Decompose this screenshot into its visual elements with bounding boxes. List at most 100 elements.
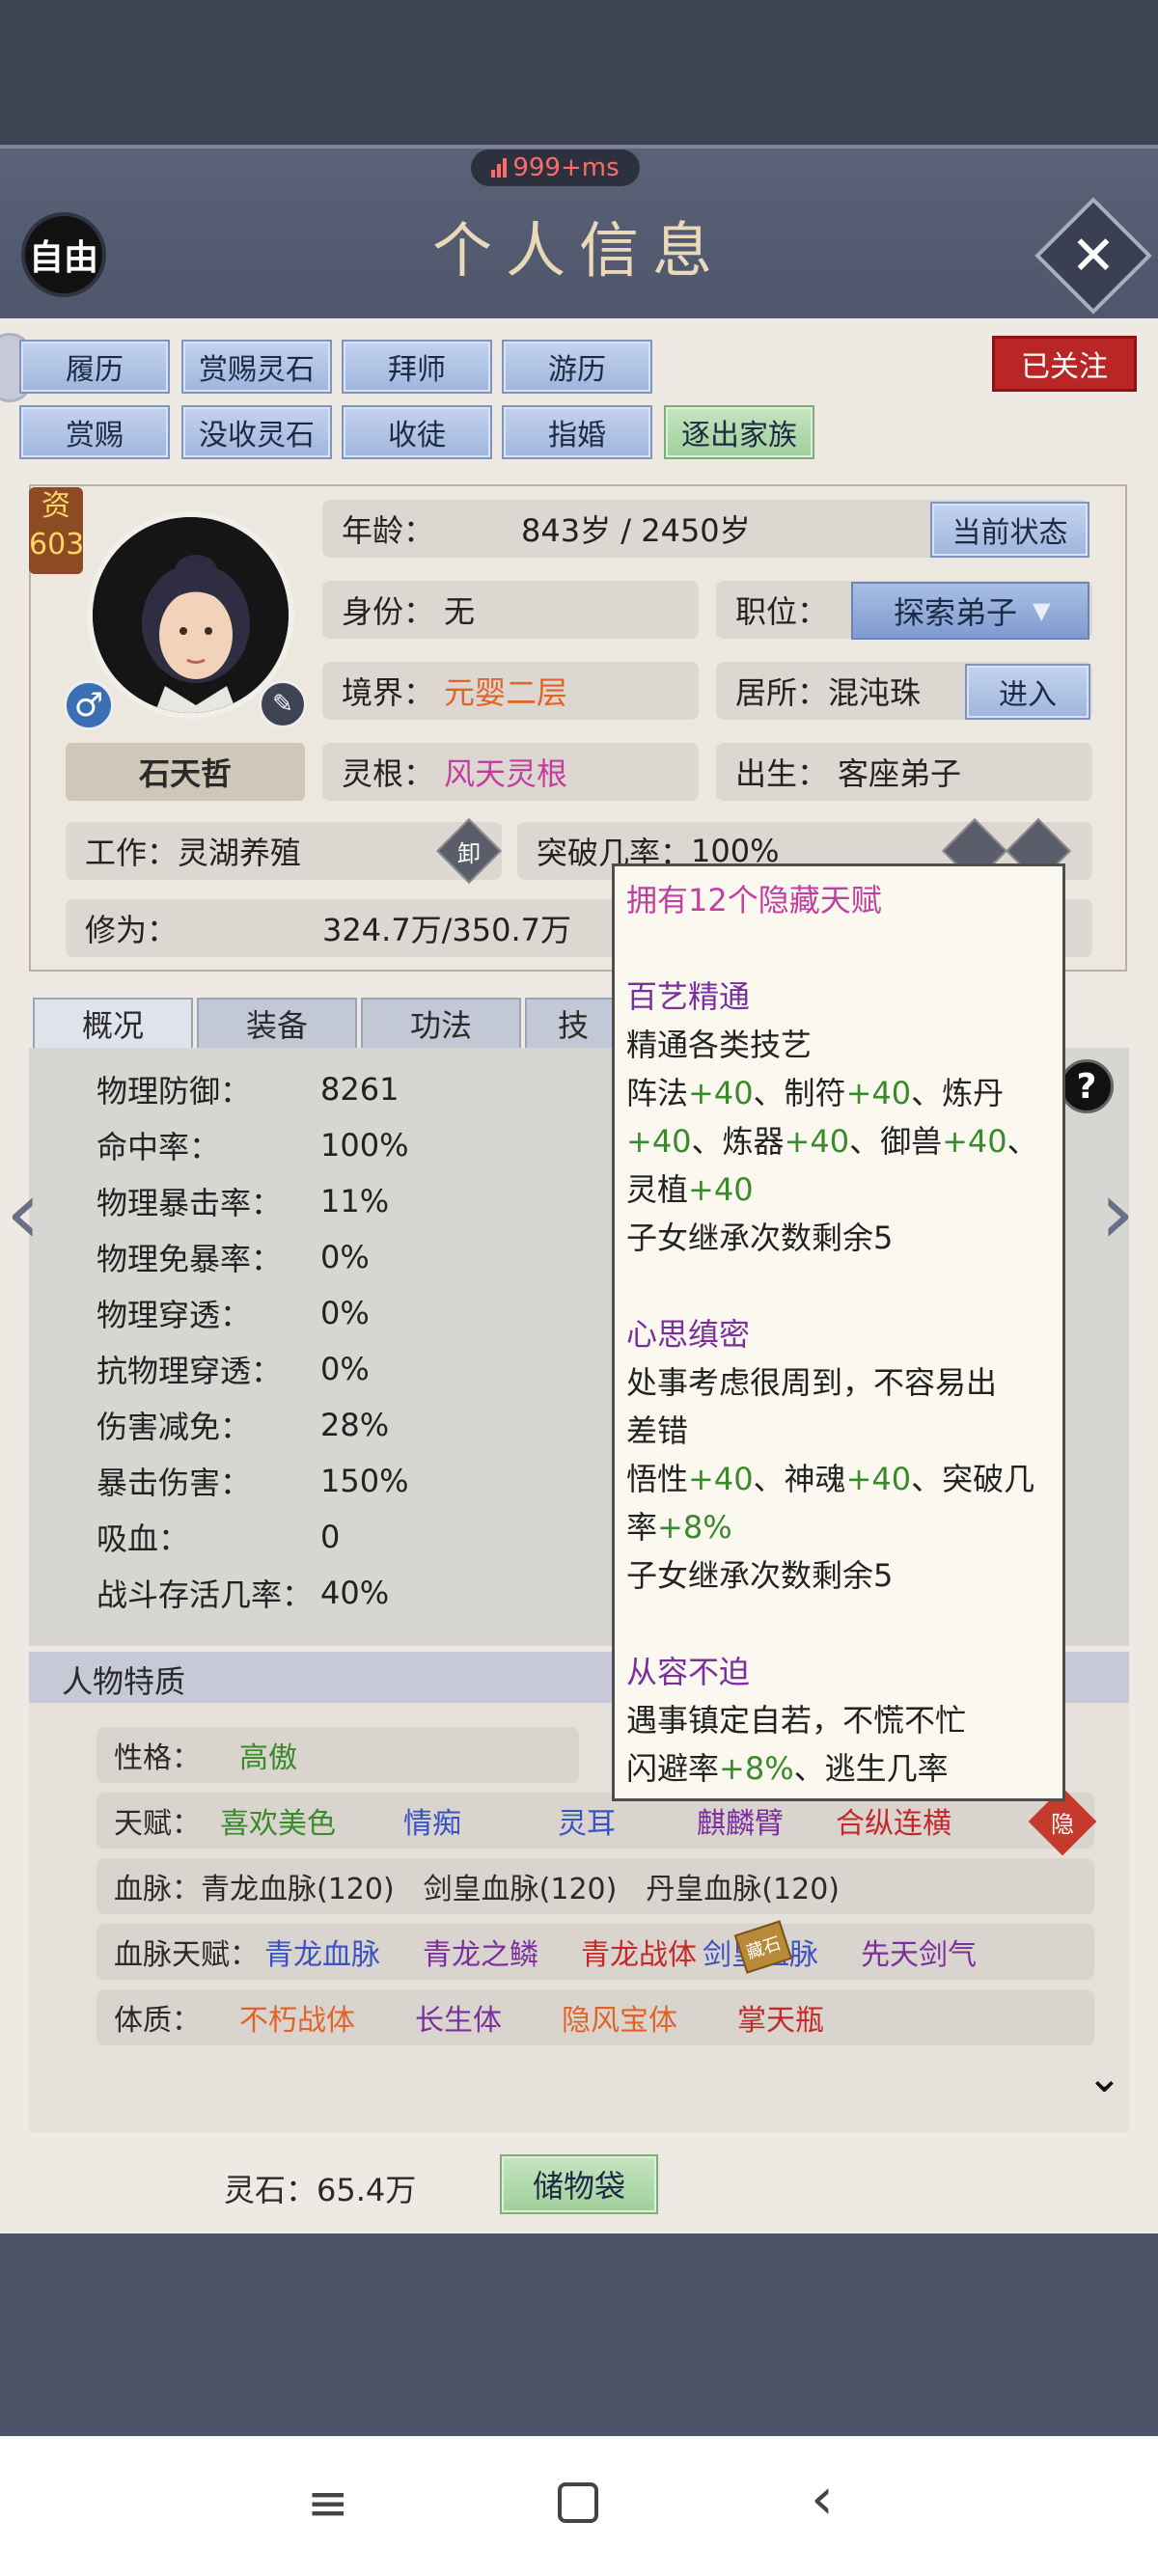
bloodline-talent-item[interactable]: 青龙血脉 xyxy=(264,1931,380,1973)
chevron-down-icon: ▼ xyxy=(1033,597,1051,624)
history-button[interactable]: 履历 xyxy=(19,340,170,394)
effect-bonus: +40 xyxy=(688,1075,754,1111)
prev-arrow-icon[interactable]: ‹ xyxy=(6,1163,41,1264)
physique-item[interactable]: 长生体 xyxy=(415,1996,502,2039)
back-icon[interactable]: ‹ xyxy=(811,2465,834,2533)
avatar[interactable] xyxy=(87,511,294,719)
bloodline-item[interactable]: 青龙血脉(120) xyxy=(201,1865,395,1907)
arrange-marriage-button[interactable]: 指婚 xyxy=(502,405,652,459)
work-value: 灵湖养殖 xyxy=(178,835,302,871)
travel-button[interactable]: 游历 xyxy=(502,340,652,394)
menu-icon[interactable]: ≡ xyxy=(307,2475,349,2533)
personality-value[interactable]: 高傲 xyxy=(239,1734,297,1776)
effect-text: 闪避率 xyxy=(626,1750,720,1787)
effect-text: 阵法 xyxy=(626,1075,689,1111)
physique-item[interactable]: 隐风宝体 xyxy=(562,1996,677,2039)
bloodline-talent-item[interactable]: 青龙战体 xyxy=(581,1931,697,1973)
tooltip-spacer xyxy=(626,924,1051,973)
signal-icon xyxy=(491,158,508,178)
effect-bonus: +8% xyxy=(719,1750,794,1787)
stat-value: 28% xyxy=(320,1407,390,1443)
talent-item[interactable]: 情痴 xyxy=(403,1799,461,1842)
stat-value: 0% xyxy=(320,1295,370,1331)
effect-text: 率 xyxy=(626,1509,658,1546)
stat-value: 11% xyxy=(320,1183,390,1219)
stat-value: 40% xyxy=(320,1575,390,1611)
tab-skills[interactable]: 技 xyxy=(525,998,621,1050)
stat-label: 物理暴击率： xyxy=(96,1185,283,1221)
reward-stone-button[interactable]: 赏赐灵石 xyxy=(181,340,332,394)
talent-item[interactable]: 合纵连横 xyxy=(836,1799,951,1842)
bloodline-talent-item[interactable]: 先天剑气 xyxy=(861,1931,977,1973)
talent-item[interactable]: 麒麟臂 xyxy=(697,1799,784,1842)
effect-bonus: +40 xyxy=(942,1123,1007,1160)
confiscate-stone-button[interactable]: 没收灵石 xyxy=(181,405,332,459)
effect-bonus: +40 xyxy=(688,1461,754,1497)
bloodline-talent-row: 血脉天赋： 青龙血脉 青龙之鳞 青龙战体 剑皇血脉 先天剑气 xyxy=(96,1924,1094,1980)
talent-desc: 处事考虑很周到，不容易出 xyxy=(626,1364,998,1401)
position-dropdown[interactable]: 探索弟子 ▼ xyxy=(851,582,1089,640)
effect-text: 、逃生几率 xyxy=(793,1750,949,1787)
home-icon[interactable] xyxy=(558,2482,598,2523)
male-icon: ♂ xyxy=(64,680,114,730)
followed-badge[interactable]: 已关注 xyxy=(992,336,1137,392)
bloodline-label: 血脉： xyxy=(114,1873,201,1906)
qualification-badge: 资 603 xyxy=(29,487,84,574)
stat-label: 物理防御： xyxy=(96,1073,252,1110)
expand-chevron-icon[interactable]: ⌄ xyxy=(1087,2053,1122,2102)
quill-icon[interactable]: ✎ xyxy=(259,680,307,728)
hidden-talent-tooltip: 拥有12个隐藏天赋 百艺精通 精通各类技艺 阵法+40、制符+40、炼丹 +40… xyxy=(612,863,1065,1801)
tab-equipment[interactable]: 装备 xyxy=(197,998,357,1050)
bloodline-talent-item[interactable]: 青龙之鳞 xyxy=(423,1931,538,1973)
enter-button[interactable]: 进入 xyxy=(965,664,1090,720)
effect-text: 、制符 xyxy=(753,1075,846,1111)
effect-text: 悟性 xyxy=(626,1461,689,1497)
system-nav-bar: ≡ ‹ xyxy=(0,2436,1158,2576)
birth-value: 客座弟子 xyxy=(838,755,962,792)
work-label: 工作： xyxy=(85,835,179,871)
take-disciple-button[interactable]: 收徒 xyxy=(342,405,492,459)
spirit-root-value: 风天灵根 xyxy=(444,755,568,792)
stats-list: 物理防御： 8261 命中率： 100% 物理暴击率： 11% 物理免暴率： 0% 物理… xyxy=(96,1061,598,1621)
stat-label: 战斗存活几率： xyxy=(96,1576,314,1613)
tab-techniques[interactable]: 功法 xyxy=(361,998,521,1050)
close-icon[interactable]: ✕ xyxy=(1052,214,1135,297)
reward-button[interactable]: 赏赐 xyxy=(19,405,170,459)
character-name[interactable]: 石天哲 xyxy=(66,743,305,801)
physique-item[interactable]: 不朽战体 xyxy=(239,1996,355,2039)
tab-overview[interactable]: 概况 xyxy=(33,998,193,1050)
stat-label: 物理穿透： xyxy=(96,1297,252,1333)
apprentice-button[interactable]: 拜师 xyxy=(342,340,492,394)
expel-button[interactable]: 逐出家族 xyxy=(664,405,814,459)
ping-indicator: 999+ms xyxy=(471,150,640,186)
physique-item[interactable]: 掌天瓶 xyxy=(737,1996,824,2039)
stat-row: 物理穿透： 0% xyxy=(96,1285,598,1341)
talent-label: 天赋： xyxy=(114,1807,201,1841)
effect-bonus: +40 xyxy=(688,1171,754,1208)
hidden-talent-label[interactable]: 隐 xyxy=(1038,1797,1087,1846)
realm-value: 元婴二层 xyxy=(444,674,568,711)
realm-label: 境界： xyxy=(342,674,435,711)
help-icon[interactable]: ? xyxy=(1060,1059,1114,1113)
bloodline-item[interactable]: 丹皇血脉(120) xyxy=(646,1865,840,1907)
talent-name: 心思缜密 xyxy=(626,1316,751,1353)
next-arrow-icon[interactable]: › xyxy=(1100,1163,1135,1264)
stat-label: 物理免暴率： xyxy=(96,1241,283,1277)
storage-bag-button[interactable]: 储物袋 xyxy=(500,2154,658,2214)
residence-value: 混沌珠 xyxy=(828,674,922,711)
current-state-button[interactable]: 当前状态 xyxy=(930,502,1089,558)
spirit-root-field: 灵根： 风天灵根 xyxy=(322,743,699,801)
stat-row: 物理暴击率： 11% xyxy=(96,1173,598,1229)
bloodline-row: 血脉： 青龙血脉(120) 剑皇血脉(120) 丹皇血脉(120) xyxy=(96,1858,1094,1914)
stat-label: 伤害减免： xyxy=(96,1409,252,1445)
stat-row: 物理免暴率： 0% xyxy=(96,1229,598,1285)
effect-text: 、御兽 xyxy=(849,1123,943,1160)
position-value: 探索弟子 xyxy=(894,594,1018,631)
stat-value: 0% xyxy=(320,1239,370,1275)
talent-item[interactable]: 灵耳 xyxy=(558,1799,616,1842)
bloodline-item[interactable]: 剑皇血脉(120) xyxy=(424,1865,618,1907)
talent-item[interactable]: 喜欢美色 xyxy=(220,1799,336,1842)
physique-label: 体质： xyxy=(114,2004,201,2038)
free-mode-button[interactable]: 自由 xyxy=(21,212,106,297)
age-label: 年龄： xyxy=(342,512,435,549)
